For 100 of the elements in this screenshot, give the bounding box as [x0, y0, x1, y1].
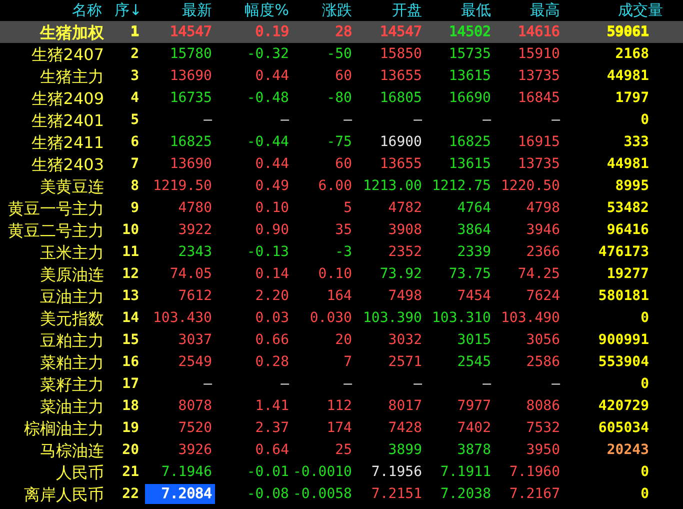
table-row[interactable]: 人民币 21 7.1946 -0.01 -0.0010 7.1956 7.1911 7.1960 0	[0, 461, 683, 483]
table-cell: 0.28	[255, 356, 289, 369]
table-row[interactable]: 生猪2403 7 13690 0.44 60 13655 13615 13735 44981	[0, 153, 683, 175]
table-cell: 0.19	[255, 26, 289, 39]
table-cell: -0.01	[246, 466, 289, 479]
row-number: 12	[122, 268, 139, 281]
table-cell: 7.1956	[371, 466, 422, 479]
table-row[interactable]: 豆粕主力 15 3037 0.66 20 3032 3015 3056 900991	[0, 329, 683, 351]
table-row[interactable]: 马棕油连 20 3926 0.64 25 3899 3878 3950 20243	[0, 439, 683, 461]
table-cell: 20	[335, 334, 352, 347]
column-header: 序↓	[114, 4, 142, 18]
table-cell: 5	[344, 202, 352, 215]
table-cell: 3908	[388, 224, 422, 237]
table-cell: 2571	[388, 356, 422, 369]
table-cell: 3946	[526, 224, 560, 237]
column-header: 成交量	[618, 4, 663, 18]
row-number: 3	[130, 70, 139, 83]
volume-cell: 44981	[606, 158, 649, 171]
row-number: 16	[122, 356, 139, 369]
table-row[interactable]: 生猪2409 4 16735 -0.48 -80 16805 16690 16845 1797	[0, 87, 683, 109]
table-cell: 7.2038	[440, 488, 491, 501]
table-row[interactable]: 豆油主力 13 7612 2.20 164 7498 7454 7624 580181	[0, 285, 683, 307]
volume-cell: 605034	[598, 422, 649, 435]
table-cell: 0.66	[255, 334, 289, 347]
table-row[interactable]: 离岸人民币 22 7.2084 -0.08 -0.0058 7.2151 7.2038 7.2167 0	[0, 483, 683, 505]
instrument-name: 生猪2403	[31, 158, 104, 172]
instrument-name: 马棕油连	[40, 444, 104, 458]
table-cell: 1220.50	[500, 180, 560, 193]
row-number: 13	[122, 290, 139, 303]
table-row[interactable]: 生猪加权 1 14547 0.19 28 14547 14502 14616 59061	[0, 21, 683, 43]
instrument-name: 豆油主力	[40, 290, 104, 304]
table-cell: 2545	[457, 356, 491, 369]
volume-cell: 96416	[606, 224, 649, 237]
row-number: 4	[130, 92, 139, 105]
table-row[interactable]: 生猪2401 5 — — — — — — 0	[0, 109, 683, 131]
table-cell: 1213.00	[362, 180, 422, 193]
table-row[interactable]: 菜粕主力 16 2549 0.28 7 2571 2545 2586 553904	[0, 351, 683, 373]
table-cell: -80	[326, 92, 352, 105]
table-cell: —	[280, 378, 289, 391]
table-cell: 7624	[526, 290, 560, 303]
table-cell: 13690	[170, 158, 212, 171]
table-cell: 13655	[380, 158, 422, 171]
table-row[interactable]: 菜籽主力 17 — — — — — — 0	[0, 373, 683, 395]
volume-cell: 420729	[598, 400, 649, 413]
instrument-name: 美原油连	[40, 268, 104, 282]
table-row[interactable]: 菜油主力 18 8078 1.41 112 8017 7977 8086 420729	[0, 395, 683, 417]
table-cell: 7402	[457, 422, 491, 435]
table-cell: 8078	[178, 400, 212, 413]
row-number: 17	[122, 378, 139, 391]
table-cell: 3864	[457, 224, 491, 237]
row-number: 7	[130, 158, 139, 171]
table-cell: —	[414, 114, 422, 127]
table-cell: 16915	[518, 136, 560, 149]
table-cell: 73.92	[380, 268, 422, 281]
table-cell: 3926	[178, 444, 212, 457]
table-cell: 16825	[448, 136, 491, 149]
instrument-name: 生猪2407	[31, 48, 104, 62]
table-row[interactable]: 黄豆二号主力 10 3922 0.90 35 3908 3864 3946 96416	[0, 219, 683, 241]
table-cell: 7428	[388, 422, 422, 435]
table-row[interactable]: 美黄豆连 8 1219.50 0.49 6.00 1213.00 1212.75 1220.50 8995	[0, 175, 683, 197]
table-row[interactable]: 生猪2407 2 15780 -0.32 -50 15850 15735 15910 2168	[0, 43, 683, 65]
table-cell: 0.10	[318, 268, 352, 281]
column-header: 开盘	[392, 4, 422, 18]
table-row[interactable]: 玉米主力 11 2343 -0.13 -3 2352 2339 2366 476173	[0, 241, 683, 263]
table-cell: -0.13	[246, 246, 289, 259]
table-cell: 15735	[448, 48, 491, 61]
column-header: 最新	[182, 4, 212, 18]
table-cell: 164	[326, 290, 352, 303]
table-cell: 103.390	[362, 312, 422, 325]
table-cell: 13735	[518, 70, 560, 83]
table-row[interactable]: 生猪主力 3 13690 0.44 60 13655 13615 13735 44981	[0, 65, 683, 87]
table-cell: 3032	[388, 334, 422, 347]
table-cell: 103.490	[500, 312, 560, 325]
table-row[interactable]: 美元指数 14 103.430 0.03 0.030 103.390 103.310 103.490 0	[0, 307, 683, 329]
row-number: 6	[130, 136, 139, 149]
row-number: 1	[130, 26, 139, 39]
table-cell: -75	[326, 136, 352, 149]
table-row[interactable]: 美原油连 12 74.05 0.14 0.10 73.92 73.75 74.25 19277	[0, 263, 683, 285]
table-row[interactable]: 黄豆一号主力 9 4780 0.10 5 4782 4764 4798 53482	[0, 197, 683, 219]
table-cell: 16900	[380, 136, 422, 149]
table-cell: 7498	[388, 290, 422, 303]
table-cell: -0.08	[246, 488, 289, 501]
table-cell: 0.10	[255, 202, 289, 215]
table-cell: 3950	[526, 444, 560, 457]
column-header: 涨跌	[322, 4, 352, 18]
row-number: 11	[122, 246, 139, 259]
instrument-name: 生猪2401	[31, 114, 104, 128]
table-cell: —	[204, 114, 212, 127]
table-cell: 13690	[170, 70, 212, 83]
column-header: 幅度%	[244, 4, 289, 18]
column-header: 最低	[461, 4, 491, 18]
table-cell: 1212.75	[432, 180, 491, 193]
volume-cell: 53482	[606, 202, 649, 215]
table-cell: 14547	[170, 26, 212, 39]
table-row[interactable]: 棕榈油主力 19 7520 2.37 174 7428 7402 7532 605034	[0, 417, 683, 439]
table-cell: 3037	[178, 334, 212, 347]
table-row[interactable]: 生猪2411 6 16825 -0.44 -75 16900 16825 16915 333	[0, 131, 683, 153]
table-cell: 7.2084	[161, 488, 212, 500]
table-cell: 4780	[178, 202, 212, 215]
table-cell: 8017	[388, 400, 422, 413]
